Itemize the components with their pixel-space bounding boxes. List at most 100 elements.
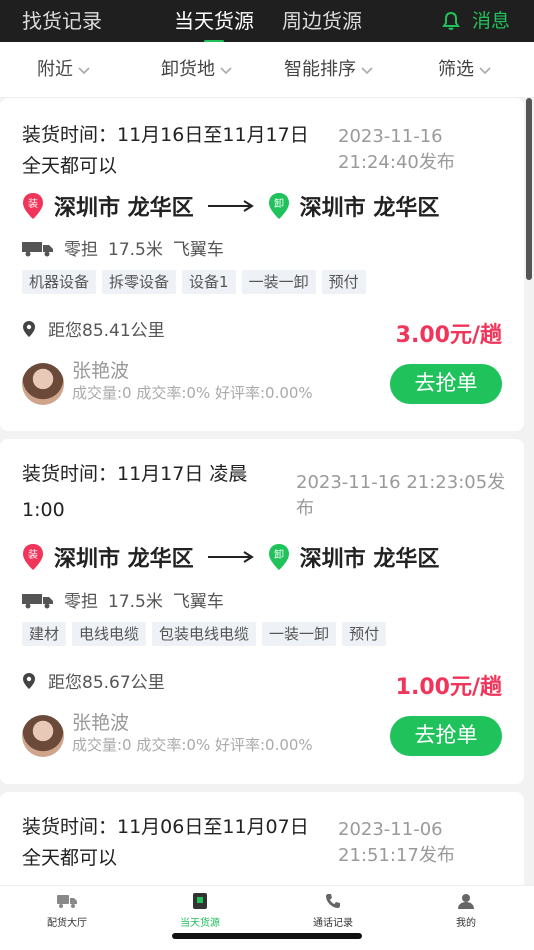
filter-label: 筛选 [438, 59, 474, 80]
bell-icon [442, 11, 460, 30]
filter-label: 附近 [37, 59, 73, 80]
tag: 预付 [342, 622, 387, 646]
chevron-down-icon [220, 67, 232, 75]
top-bar: 找货记录 当天货源 周边货源 消息 [0, 0, 534, 43]
user-name: 张艳波 [72, 712, 130, 734]
grab-order-button[interactable]: 去抢单 [390, 716, 502, 756]
price: 3.00元/趟 [395, 323, 502, 348]
tag: 机器设备 [22, 270, 97, 294]
load-pin-label: 装 [28, 548, 38, 561]
grab-order-button[interactable]: 去抢单 [390, 364, 502, 404]
goods-icon [193, 893, 207, 909]
truck-length: 17.5米 [108, 240, 163, 260]
scrollbar[interactable] [526, 98, 532, 280]
origin-city: 深圳市 龙华区 [54, 196, 194, 221]
filter-bar: 附近 卸货地 智能排序 筛选 [0, 42, 534, 98]
publish-date: 2023-11-16 21:23:05发 [296, 472, 506, 493]
tab-today-goods[interactable]: 当天货源 [174, 8, 254, 34]
tab-label: 配货大厅 [47, 918, 87, 929]
filter-smart-sort[interactable]: 智能排序 [284, 59, 374, 81]
truck-icon [22, 241, 53, 256]
avatar[interactable] [22, 715, 64, 757]
truck-type: 零担 [64, 240, 98, 260]
unload-pin-icon: 卸 [268, 544, 289, 570]
unload-pin-label: 卸 [274, 548, 284, 561]
tag: 包装电线电缆 [152, 622, 257, 646]
filter-label: 卸货地 [161, 59, 215, 80]
user-name: 张艳波 [72, 360, 130, 382]
filter-unload-place[interactable]: 卸货地 [161, 59, 233, 81]
chevron-down-icon [479, 67, 491, 75]
find-goods-records-link[interactable]: 找货记录 [22, 8, 102, 34]
origin-city: 深圳市 龙华区 [54, 547, 194, 572]
tab-nearby-goods[interactable]: 周边货源 [282, 8, 362, 34]
unload-pin-label: 卸 [274, 197, 284, 210]
bottom-tab-bar: 配货大厅 当天货源 通话记录 我的 [0, 885, 534, 950]
load-pin-icon: 装 [23, 544, 43, 570]
load-time: 装货时间：11月16日至11月17日 [22, 124, 309, 146]
user-stats: 成交量:0 成交率:0% 好评率:0.00% [72, 736, 313, 754]
truck-info: 零担 17.5米 飞翼车 [22, 587, 224, 612]
route: 装 深圳市 龙华区 卸 深圳市 龙华区 [22, 191, 439, 221]
destination-city: 深圳市 龙华区 [299, 547, 440, 572]
price: 1.00元/趟 [395, 675, 502, 700]
avatar[interactable] [22, 363, 64, 405]
load-time: 装货时间：11月06日至11月07日 [22, 816, 309, 838]
phone-icon [326, 894, 340, 908]
goods-card[interactable]: 装货时间：11月17日 凌晨 1:00 2023-11-16 21:23:05发… [0, 439, 524, 784]
filter-label: 智能排序 [284, 59, 356, 80]
tag-list: 机器设备 拆零设备 设备1 一装一卸 预付 [22, 270, 366, 294]
user-icon [458, 894, 474, 909]
user-stats: 成交量:0 成交率:0% 好评率:0.00% [72, 384, 313, 402]
messages-button[interactable]: 消息 [442, 8, 510, 34]
distance: 距您85.67公里 [22, 668, 165, 693]
tag: 设备1 [182, 270, 236, 294]
tag: 一装一卸 [262, 622, 337, 646]
goods-card[interactable]: 装货时间：11月16日至11月17日 全天都可以 2023-11-16 21:2… [0, 98, 524, 431]
truck-kind: 飞翼车 [172, 240, 224, 260]
publish-time: 21:24:40发布 [338, 152, 455, 173]
tab-call-records[interactable]: 通话记录 [293, 892, 373, 929]
tab-label: 我的 [456, 918, 476, 929]
goods-list[interactable]: 装货时间：11月16日至11月17日 全天都可以 2023-11-16 21:2… [0, 98, 534, 885]
route: 装 深圳市 龙华区 卸 深圳市 龙华区 [22, 542, 439, 572]
truck-icon [57, 895, 77, 908]
tag-list: 建材 电线电缆 包装电线电缆 一装一卸 预付 [22, 622, 387, 646]
distance-text: 距您85.67公里 [48, 673, 165, 693]
arrow-right-icon [207, 551, 254, 563]
tag: 电线电缆 [72, 622, 147, 646]
destination-city: 深圳市 龙华区 [299, 196, 440, 221]
tab-mine[interactable]: 我的 [426, 892, 506, 929]
location-icon [23, 672, 35, 689]
truck-info: 零担 17.5米 飞翼车 [22, 235, 224, 260]
publish-time: 布 [296, 498, 314, 519]
load-pin-icon: 装 [23, 193, 43, 219]
chevron-down-icon [78, 67, 90, 75]
filter-screen[interactable]: 筛选 [438, 59, 492, 81]
tab-dispatch-hall[interactable]: 配货大厅 [27, 892, 107, 929]
publish-date: 2023-11-16 [338, 126, 443, 147]
home-indicator [172, 933, 362, 939]
publish-date: 2023-11-06 [338, 819, 443, 840]
load-time-detail: 全天都可以 [22, 155, 118, 177]
filter-nearby[interactable]: 附近 [37, 59, 91, 81]
tag: 建材 [22, 622, 67, 646]
distance: 距您85.41公里 [22, 316, 165, 341]
tab-today-goods-bottom[interactable]: 当天货源 [160, 892, 240, 929]
distance-text: 距您85.41公里 [48, 321, 165, 341]
goods-card[interactable]: 装货时间：11月06日至11月07日 全天都可以 2023-11-06 21:5… [0, 792, 524, 885]
load-time-detail: 全天都可以 [22, 847, 118, 869]
tag: 一装一卸 [241, 270, 316, 294]
truck-type: 零担 [64, 592, 98, 612]
unload-pin-icon: 卸 [268, 193, 289, 219]
truck-kind: 飞翼车 [172, 592, 224, 612]
messages-label: 消息 [472, 10, 511, 32]
load-time: 装货时间：11月17日 凌晨 [22, 463, 248, 485]
tag: 拆零设备 [102, 270, 177, 294]
tag: 预付 [321, 270, 366, 294]
truck-icon [22, 593, 53, 608]
chevron-down-icon [361, 67, 373, 75]
tab-label: 通话记录 [313, 918, 353, 929]
tab-label: 当天货源 [180, 918, 220, 929]
truck-length: 17.5米 [108, 592, 163, 612]
